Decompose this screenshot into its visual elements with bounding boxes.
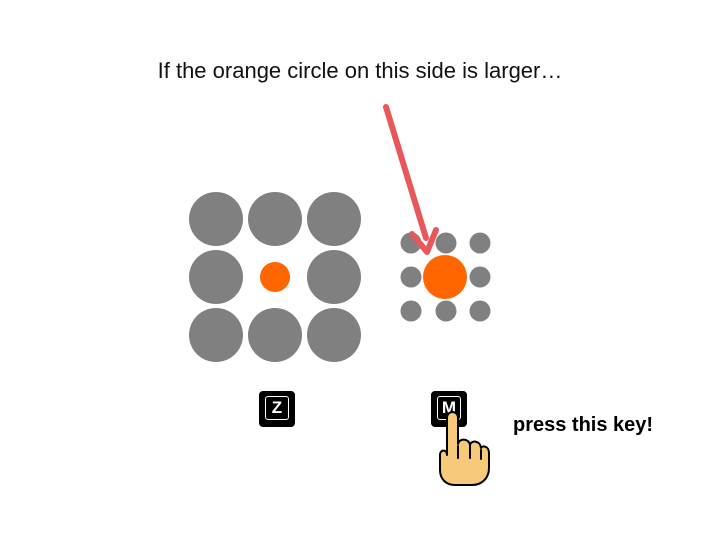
stimulus-screen: If the orange circle on this side is lar… [0,0,720,540]
press-this-key-label: press this key! [513,414,654,436]
pointing-hand-icon [439,411,490,486]
